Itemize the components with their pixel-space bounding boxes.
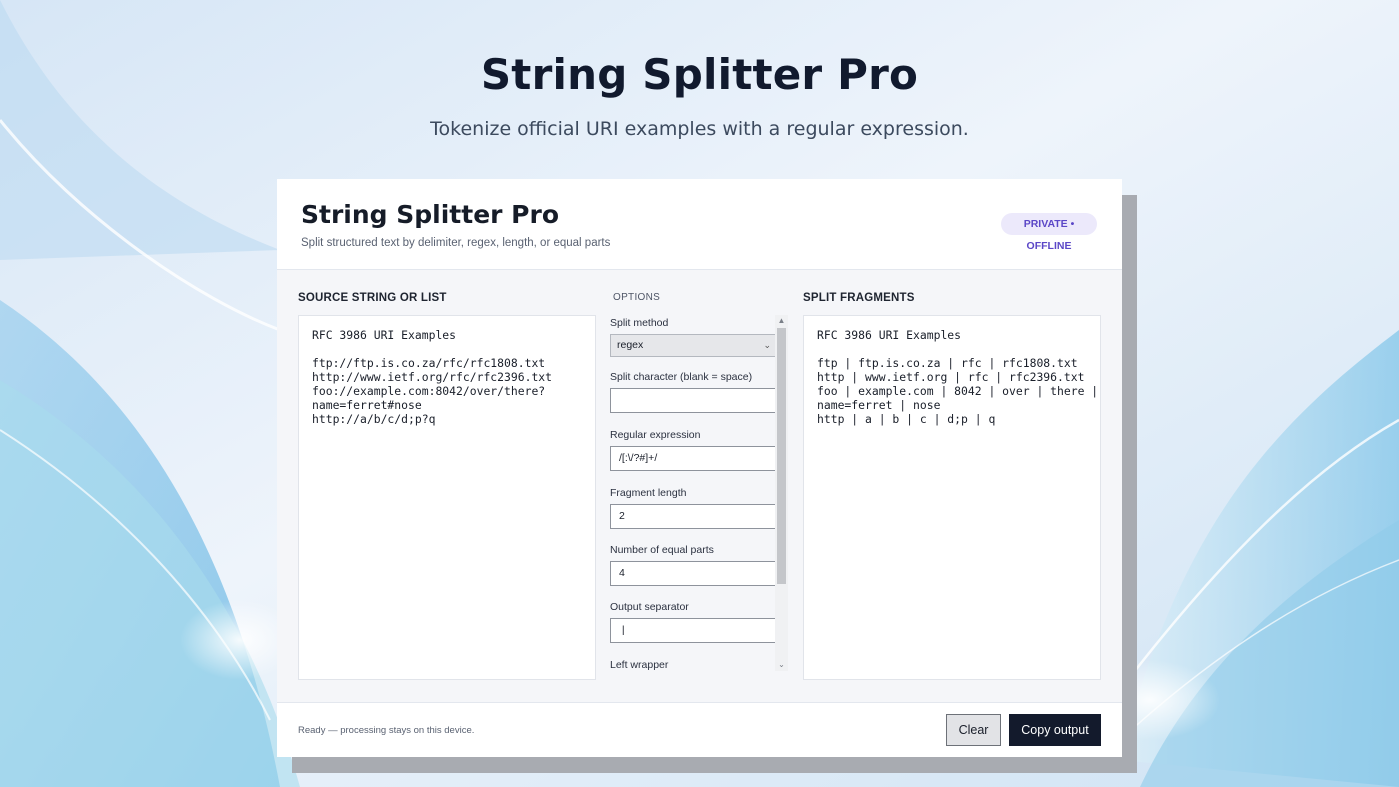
output-textarea[interactable]: RFC 3986 URI Examples ftp | ftp.is.co.za… bbox=[803, 315, 1101, 680]
output-separator-input[interactable]: | bbox=[610, 618, 776, 643]
app-title: String Splitter Pro bbox=[301, 200, 560, 229]
privacy-badge: PRIVATE • OFFLINE bbox=[1001, 213, 1097, 252]
regex-label: Regular expression bbox=[610, 429, 701, 441]
scroll-down-icon[interactable]: ⌄ bbox=[775, 659, 788, 671]
split-character-input[interactable] bbox=[610, 388, 776, 413]
regex-input[interactable]: /[:\/?#]+/ bbox=[610, 446, 776, 471]
app-footer: Ready — processing stays on this device.… bbox=[277, 702, 1122, 757]
source-textarea[interactable]: RFC 3986 URI Examples ftp://ftp.is.co.za… bbox=[298, 315, 596, 680]
split-character-label: Split character (blank = space) bbox=[610, 371, 753, 383]
options-scrollbar[interactable]: ▲ ⌄ bbox=[775, 315, 788, 671]
hero-subtitle: Tokenize official URI examples with a re… bbox=[430, 118, 969, 140]
output-label: SPLIT FRAGMENTS bbox=[803, 292, 915, 304]
split-method-select[interactable]: regex ⌄ bbox=[610, 334, 776, 357]
split-method-value: regex bbox=[617, 339, 644, 351]
fragment-length-label: Fragment length bbox=[610, 487, 687, 499]
chevron-down-icon: ⌄ bbox=[763, 340, 771, 350]
copy-output-button[interactable]: Copy output bbox=[1009, 714, 1101, 746]
options-panel[interactable]: Split method regex ⌄ Split character (bl… bbox=[610, 315, 790, 671]
fragment-length-input[interactable]: 2 bbox=[610, 504, 776, 529]
options-label: OPTIONS bbox=[613, 292, 661, 303]
split-method-label: Split method bbox=[610, 317, 669, 329]
hero-title: String Splitter Pro bbox=[480, 50, 919, 99]
equal-parts-input[interactable]: 4 bbox=[610, 561, 776, 586]
clear-button[interactable]: Clear bbox=[946, 714, 1001, 746]
app-header: String Splitter Pro Split structured tex… bbox=[277, 179, 1122, 270]
output-separator-label: Output separator bbox=[610, 601, 689, 613]
source-label: SOURCE STRING OR LIST bbox=[298, 292, 447, 304]
left-wrapper-label: Left wrapper bbox=[610, 659, 669, 671]
equal-parts-label: Number of equal parts bbox=[610, 544, 714, 556]
status-text: Ready — processing stays on this device. bbox=[298, 725, 475, 736]
scrollbar-thumb[interactable] bbox=[777, 328, 786, 584]
app-subtitle: Split structured text by delimiter, rege… bbox=[301, 237, 611, 249]
app-window: String Splitter Pro Split structured tex… bbox=[277, 179, 1122, 757]
scroll-up-icon[interactable]: ▲ bbox=[775, 315, 788, 327]
